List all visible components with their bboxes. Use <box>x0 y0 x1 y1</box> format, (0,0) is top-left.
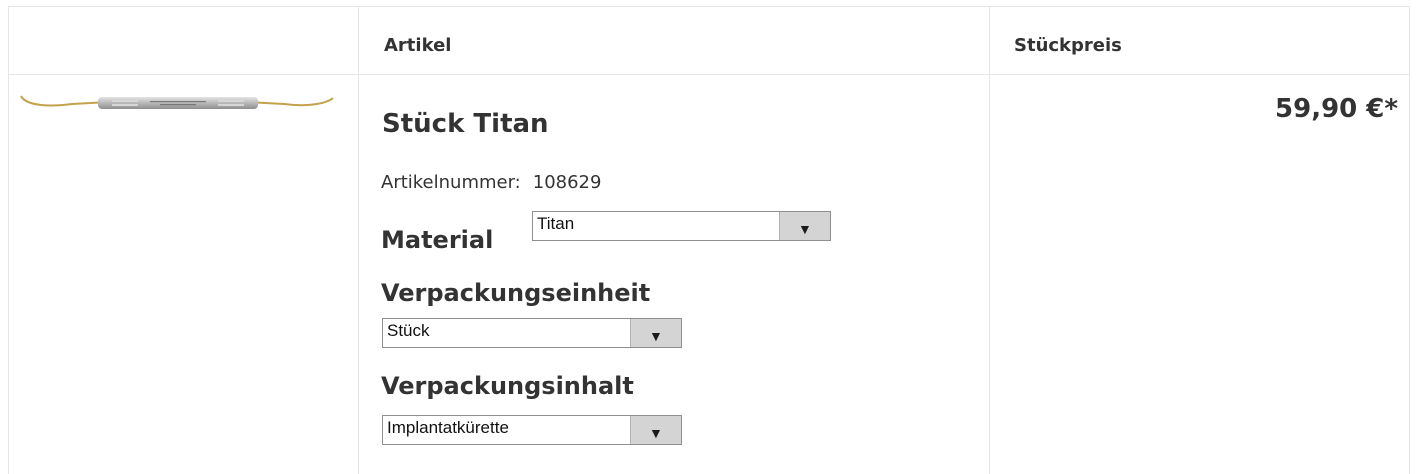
material-dropdown-button[interactable]: ▼ <box>779 212 830 240</box>
header-unit-price: Stückpreis <box>1014 35 1122 56</box>
packaging-content-label: Verpackungsinhalt <box>381 372 634 400</box>
article-number-value: 108629 <box>532 172 602 193</box>
triangle-down-icon: ▼ <box>649 425 663 441</box>
material-select[interactable]: Titan ▼ <box>532 211 831 241</box>
product-title[interactable]: Stück Titan <box>382 109 549 139</box>
packaging-unit-selected-value: Stück <box>387 321 430 340</box>
column-divider <box>989 7 990 474</box>
unit-price: 59,90 €* <box>1275 94 1398 124</box>
dental-instrument-image[interactable] <box>20 92 336 116</box>
header-article: Artikel <box>384 35 452 56</box>
packaging-unit-select[interactable]: Stück ▼ <box>382 318 682 348</box>
triangle-down-icon: ▼ <box>798 221 812 237</box>
column-divider <box>358 7 359 474</box>
triangle-down-icon: ▼ <box>649 328 663 344</box>
article-number: Artikelnummer: 108629 <box>381 172 601 193</box>
header-divider <box>9 74 1409 75</box>
packaging-content-selected-value: Implantatkürette <box>387 418 509 437</box>
article-number-label: Artikelnummer: <box>381 172 521 193</box>
packaging-unit-dropdown-button[interactable]: ▼ <box>630 319 681 347</box>
material-selected-value: Titan <box>537 214 575 233</box>
packaging-content-select[interactable]: Implantatkürette ▼ <box>382 415 682 445</box>
material-label: Material <box>381 226 494 254</box>
packaging-unit-label: Verpackungseinheit <box>381 279 651 307</box>
packaging-content-dropdown-button[interactable]: ▼ <box>630 416 681 444</box>
